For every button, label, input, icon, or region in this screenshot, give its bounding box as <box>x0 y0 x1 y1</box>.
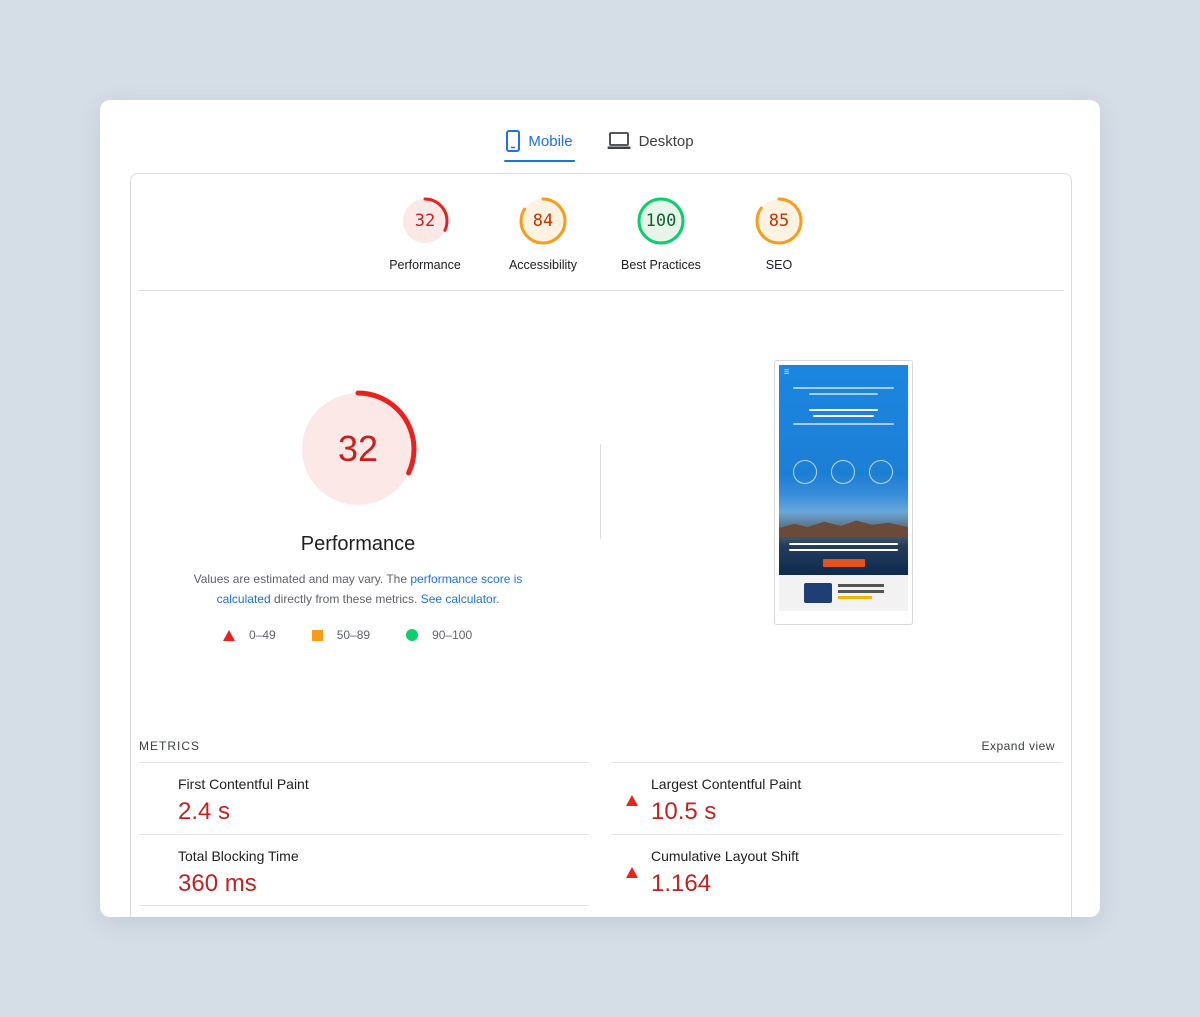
screenshot-image: ☰ <box>779 365 908 575</box>
expand-view-toggle[interactable]: Expand view <box>981 739 1055 753</box>
metric-cumulative-layout-shift: Cumulative Layout Shift 1.164 <box>612 833 1062 906</box>
metric-first-contentful-paint: First Contentful Paint 2.4 s <box>139 762 589 834</box>
gauge-label: Accessibility <box>508 258 578 272</box>
desc-text: Values are estimated and may vary. The <box>193 572 411 586</box>
screenshot-text-line <box>809 409 878 411</box>
legend-fail-range: 0–49 <box>249 628 276 642</box>
screenshot-circle <box>869 460 893 484</box>
legend-pass-range: 90–100 <box>432 628 473 642</box>
performance-score: 32 <box>337 428 379 469</box>
score-legend: 0–49 50–89 90–100 <box>223 628 472 642</box>
calculator-link[interactable]: See calculator. <box>421 592 500 606</box>
laptop-icon <box>607 132 631 150</box>
gauge-score: 84 <box>532 211 554 231</box>
legend-pass: 90–100 <box>406 628 472 642</box>
gauge-best-practices[interactable]: 100 Best Practices <box>613 196 709 272</box>
metric-value: 10.5 s <box>651 798 717 825</box>
square-icon <box>311 629 323 641</box>
accreditation-badge <box>803 583 832 603</box>
metrics-column-right: Largest Contentful Paint 10.5 s Cumulative… <box>612 762 1062 905</box>
metric-name: Largest Contentful Paint <box>651 776 802 792</box>
screenshot-text-line <box>789 543 898 545</box>
tab-mobile-label: Mobile <box>528 132 573 150</box>
report-card: Mobile Desktop 32 Performance 84 Accessibil… <box>100 100 1100 917</box>
gauge-label: Best Practices <box>621 258 701 272</box>
device-tabs: Mobile Desktop <box>100 122 1100 162</box>
metric-speed-index: Speed Index6.6 s <box>139 905 589 917</box>
screenshot-mountains <box>779 520 908 537</box>
metric-name: Cumulative Layout Shift <box>651 847 799 864</box>
tab-desktop[interactable]: Desktop <box>605 122 696 160</box>
gauge-ring: 84 <box>518 196 568 246</box>
gauge-label: SEO <box>765 258 793 272</box>
screenshot-text-line <box>793 423 894 425</box>
vertical-divider <box>600 444 601 539</box>
gauge-score: 100 <box>645 211 677 231</box>
menu-icon: ☰ <box>784 369 790 376</box>
gauge-score: 32 <box>414 211 436 231</box>
screenshot-footer <box>779 575 908 611</box>
gauge-score: 85 <box>768 211 790 231</box>
legend-average-range: 50–89 <box>336 628 371 642</box>
gauge-accessibility[interactable]: 84 Accessibility <box>495 196 591 272</box>
gauge-ring: 32 <box>400 196 450 246</box>
performance-title: Performance <box>300 533 416 555</box>
metric-value: 1.164 <box>651 869 712 897</box>
category-gauges: 32 Performance 84 Accessibility 100 Best Prac… <box>131 196 1073 272</box>
legend-fail: 0–49 <box>223 628 276 642</box>
metric-name: Total Blocking Time <box>178 847 299 864</box>
triangle-icon <box>223 629 235 641</box>
screenshot-text-line <box>809 393 878 395</box>
smartphone-icon <box>506 130 521 152</box>
gauge-seo[interactable]: 85 SEO <box>731 196 827 272</box>
metrics-heading: METRICS <box>139 739 200 753</box>
triangle-icon <box>626 849 638 878</box>
performance-gauge: 32 <box>298 389 418 509</box>
metrics-column-left: First Contentful Paint 2.4 s Total Blockin… <box>139 762 589 917</box>
gauge-performance[interactable]: 32 Performance <box>377 196 473 272</box>
screenshot-circle <box>793 460 817 484</box>
screenshot-text-line <box>793 387 894 389</box>
screenshot-cta-button <box>823 559 865 567</box>
metric-name: First Contentful Paint <box>178 776 309 792</box>
metric-value: 360 ms <box>178 869 257 897</box>
gauge-ring: 100 <box>636 196 686 246</box>
report-panel: 32 Performance 84 Accessibility 100 Best Prac… <box>130 173 1072 917</box>
performance-description: Values are estimated and may vary. The p… <box>171 569 545 609</box>
screenshot-text-line <box>789 549 898 551</box>
triangle-icon <box>626 778 638 806</box>
divider <box>138 290 1064 291</box>
circle-icon <box>406 629 419 641</box>
legend-average: 50–89 <box>311 628 371 642</box>
page-screenshot-thumbnail[interactable]: ☰ <box>774 360 913 625</box>
reviews-badge <box>837 584 884 602</box>
metric-total-blocking-time: Total Blocking Time 360 ms <box>139 833 589 906</box>
metric-largest-contentful-paint: Largest Contentful Paint 10.5 s <box>612 762 1062 834</box>
metric-value: 2.4 s <box>178 798 231 825</box>
tab-desktop-label: Desktop <box>638 132 694 150</box>
screenshot-text-line <box>813 415 874 417</box>
tab-mobile[interactable]: Mobile <box>504 122 575 162</box>
screenshot-circle <box>831 460 855 484</box>
gauge-label: Performance <box>389 258 461 272</box>
screenshot-header: ☰ <box>779 365 908 379</box>
desc-text-2: directly from these metrics. <box>270 592 421 606</box>
gauge-ring: 85 <box>754 196 804 246</box>
